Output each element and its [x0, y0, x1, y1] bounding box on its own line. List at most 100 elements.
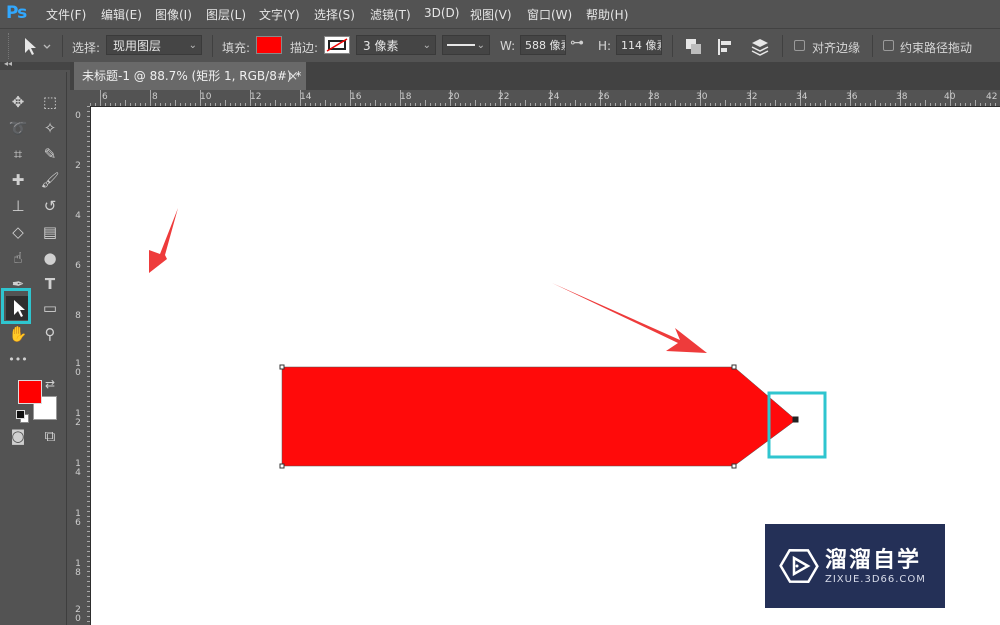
ruler-label: 38 — [896, 92, 908, 102]
menu-select[interactable]: 选择(S) — [314, 6, 355, 23]
ruler-label: 10 — [200, 92, 212, 102]
path-alignment-icon[interactable] — [716, 37, 736, 57]
ruler-label: 8 — [152, 92, 158, 102]
watermark-url: ZIXUE.3D66.COM — [825, 574, 926, 585]
healing-brush-tool-icon[interactable]: ✚ — [6, 168, 30, 192]
ruler-label: 36 — [846, 92, 858, 102]
menu-window[interactable]: 窗口(W) — [527, 6, 572, 23]
foreground-color-swatch[interactable] — [18, 380, 42, 404]
stroke-width-dropdown[interactable]: 3 像素 ⌄ — [356, 35, 436, 55]
tools-panel: ✥ ⬚ ➰ ✧ ⌗ ✎ ✚ 🖌 ⊥ ↺ ◇ ▤ ☝ ● ✒ T ▭ ✋ ⚲ ••… — [0, 72, 67, 625]
close-tab-icon[interactable]: × — [288, 62, 298, 90]
separator — [212, 35, 213, 57]
menu-view[interactable]: 视图(V) — [470, 6, 512, 23]
ruler-label: 18 — [75, 559, 81, 578]
anchor-point[interactable] — [279, 364, 285, 370]
anchor-point[interactable] — [731, 364, 737, 370]
ruler-label: 0 — [75, 111, 81, 121]
anchor-point[interactable] — [279, 463, 285, 469]
ruler-label: 20 — [448, 92, 460, 102]
screen-mode-icon[interactable]: ⧉ — [38, 424, 62, 448]
more-tools-icon[interactable]: ••• — [6, 348, 30, 372]
width-input[interactable]: 588 像素 — [520, 35, 566, 55]
ruler-label: 12 — [75, 409, 81, 428]
select-layer-dropdown[interactable]: 现用图层 ⌄ — [106, 35, 202, 55]
menu-bar: Ps 文件(F) 编辑(E) 图像(I) 图层(L) 文字(Y) 选择(S) 滤… — [0, 0, 1000, 28]
path-operations-icon[interactable] — [684, 37, 704, 57]
stroke-type-dropdown[interactable]: ⌄ — [442, 35, 490, 55]
constrain-path-label: 约束路径拖动 — [900, 41, 973, 55]
marquee-tool-icon[interactable]: ⬚ — [38, 90, 62, 114]
photoshop-logo: Ps — [6, 3, 27, 23]
lasso-tool-icon[interactable]: ➰ — [6, 116, 30, 140]
ruler-label: 40 — [944, 92, 956, 102]
default-colors-icon[interactable] — [16, 410, 25, 419]
menu-edit[interactable]: 编辑(E) — [101, 6, 142, 23]
menu-help[interactable]: 帮助(H) — [586, 6, 628, 23]
align-edges-label: 对齐边缘 — [812, 41, 861, 55]
separator — [62, 35, 63, 57]
height-input[interactable]: 114 像素 — [616, 35, 662, 55]
ruler-ticks — [90, 90, 996, 106]
anchor-point[interactable] — [731, 463, 737, 469]
watermark: 溜溜自学 ZIXUE.3D66.COM — [765, 524, 945, 608]
annotation-arrow — [552, 283, 707, 353]
vertical-ruler[interactable]: 0 2 4 6 8 10 12 14 16 18 20 — [70, 106, 91, 625]
fill-label: 填充: — [222, 41, 251, 55]
ruler-label: 14 — [75, 459, 81, 478]
menu-file[interactable]: 文件(F) — [46, 6, 86, 23]
stroke-label: 描边: — [290, 41, 319, 55]
select-label: 选择: — [72, 41, 101, 55]
dodge-tool-icon[interactable]: ● — [38, 246, 62, 270]
ruler-label: 24 — [548, 92, 560, 102]
menu-image[interactable]: 图像(I) — [155, 6, 192, 23]
solid-line-icon — [447, 44, 475, 46]
gradient-tool-icon[interactable]: ▤ — [38, 220, 62, 244]
selected-tool-highlight — [1, 288, 31, 324]
constrain-path-checkbox[interactable] — [883, 40, 894, 51]
ruler-label: 18 — [400, 92, 412, 102]
eraser-tool-icon[interactable]: ◇ — [6, 220, 30, 244]
menu-3d[interactable]: 3D(D) — [424, 6, 459, 20]
selected-anchor-point[interactable] — [792, 416, 799, 423]
horizontal-ruler[interactable]: 6 8 10 12 14 16 18 20 22 24 26 28 30 32 … — [90, 90, 1000, 107]
clone-stamp-tool-icon[interactable]: ⊥ — [6, 194, 30, 218]
ruler-label: 14 — [300, 92, 312, 102]
zoom-tool-icon[interactable]: ⚲ — [38, 322, 62, 346]
annotation-arrow — [149, 208, 178, 273]
separator — [782, 35, 783, 57]
rectangle-tool-icon[interactable]: ▭ — [38, 296, 62, 320]
stroke-color-swatch[interactable] — [324, 36, 350, 54]
play-logo-icon — [779, 548, 819, 584]
link-icon[interactable]: ⊶ — [570, 35, 584, 51]
hand-tool-icon[interactable]: ✋ — [6, 322, 30, 346]
ruler-label: 42 — [986, 92, 998, 102]
ruler-label: 22 — [498, 92, 510, 102]
ruler-label: 6 — [102, 92, 108, 102]
red-arrow-shape[interactable] — [281, 366, 797, 467]
smudge-tool-icon[interactable]: ☝ — [6, 246, 30, 270]
ruler-label: 16 — [75, 509, 81, 528]
ruler-label: 26 — [598, 92, 610, 102]
separator — [872, 35, 873, 57]
tool-preset-picker[interactable] — [20, 35, 56, 57]
align-edges-checkbox[interactable] — [794, 40, 805, 51]
eyedropper-tool-icon[interactable]: ✎ — [38, 142, 62, 166]
type-tool-icon[interactable]: T — [38, 272, 62, 296]
document-tab[interactable]: 未标题-1 @ 88.7% (矩形 1, RGB/8#) * × — [74, 62, 306, 90]
history-brush-tool-icon[interactable]: ↺ — [38, 194, 62, 218]
quick-mask-icon[interactable]: ◙ — [6, 424, 30, 448]
menu-filter[interactable]: 滤镜(T) — [370, 6, 411, 23]
path-arrangement-icon[interactable] — [750, 37, 770, 57]
menu-layer[interactable]: 图层(L) — [206, 6, 246, 23]
move-tool-icon[interactable]: ✥ — [6, 90, 30, 114]
fill-color-swatch[interactable] — [256, 36, 282, 54]
magic-wand-tool-icon[interactable]: ✧ — [38, 116, 62, 140]
options-grip — [8, 33, 11, 59]
ruler-label: 16 — [350, 92, 362, 102]
ruler-label: 12 — [250, 92, 262, 102]
options-bar: 选择: 现用图层 ⌄ 填充: 描边: 3 像素 ⌄ ⌄ W: 588 像素 ⊶ … — [0, 28, 1000, 64]
menu-type[interactable]: 文字(Y) — [259, 6, 300, 23]
brush-tool-icon[interactable]: 🖌 — [38, 168, 62, 192]
crop-tool-icon[interactable]: ⌗ — [6, 142, 30, 166]
